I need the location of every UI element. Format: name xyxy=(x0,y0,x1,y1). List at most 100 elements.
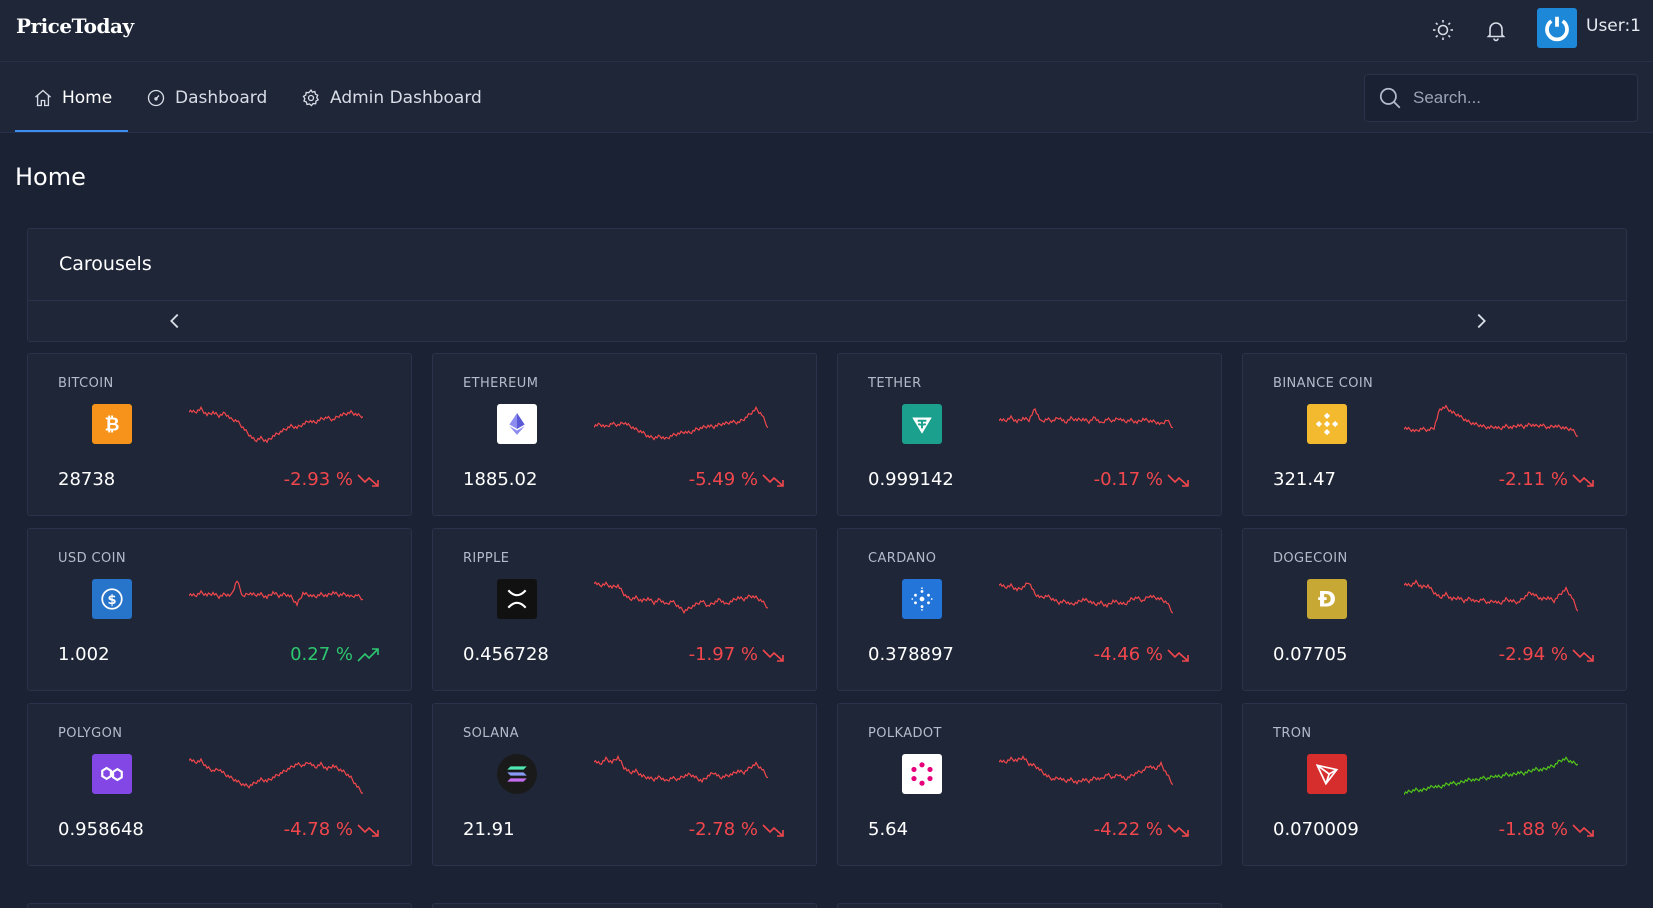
trend-down-icon xyxy=(1572,648,1594,662)
coin-name: BINANCE COIN xyxy=(1273,376,1374,391)
user-label[interactable]: User:1 xyxy=(1586,16,1641,36)
coin-change: -0.17 % xyxy=(1094,469,1191,490)
nav-item-label: Dashboard xyxy=(175,87,268,108)
coin-card-solana[interactable]: SOLANA 21.91 -2.78 % xyxy=(432,703,817,866)
price-sparkline xyxy=(594,581,768,615)
trend-down-icon xyxy=(1167,473,1189,487)
nav-item-dashboard[interactable]: Dashboard xyxy=(146,62,267,133)
app-logo[interactable]: PriceToday xyxy=(16,14,134,38)
coin-change-value: -1.97 % xyxy=(688,644,758,665)
price-sparkline xyxy=(594,405,768,441)
price-sparkline xyxy=(1404,404,1578,437)
search-box[interactable] xyxy=(1364,74,1638,122)
trend-up-icon xyxy=(357,647,379,662)
ethereum-icon xyxy=(497,404,537,444)
bitcoin-icon: ₿ xyxy=(92,404,132,444)
chevron-right-icon xyxy=(1477,313,1486,329)
sparkline-path xyxy=(999,407,1173,429)
avatar[interactable] xyxy=(1537,8,1577,48)
price-sparkline xyxy=(189,580,363,607)
coin-change: -4.78 % xyxy=(284,819,381,840)
coin-card-polkadot[interactable]: POLKADOT 5.64 -4.22 % xyxy=(837,703,1222,866)
coin-price: 0.070009 xyxy=(1273,819,1359,840)
page-title: Home xyxy=(15,163,86,191)
coin-card-tron[interactable]: TRON 0.070009 -1.88 % xyxy=(1242,703,1627,866)
coin-price: 321.47 xyxy=(1273,469,1336,490)
coin-card-dogecoin[interactable]: DOGECOIN Đ 0.07705 -2.94 % xyxy=(1242,528,1627,691)
sparkline-path xyxy=(999,755,1173,786)
trend-down-icon xyxy=(1167,648,1189,662)
sparkline-path xyxy=(1404,579,1578,612)
coin-grid: BITCOIN ₿ 28738 -2.93 % ETHEREUM 1885.02 -5.49… xyxy=(27,353,1627,908)
gear-icon xyxy=(302,88,320,107)
coin-card-cardano[interactable]: CARDANO 0.378897 -4.46 % xyxy=(837,528,1222,691)
coin-change-value: -4.78 % xyxy=(283,819,353,840)
coin-change-value: -2.93 % xyxy=(283,469,353,490)
coin-price: 21.91 xyxy=(463,819,515,840)
coin-name: DOGECOIN xyxy=(1273,551,1348,566)
coin-change-value: -2.78 % xyxy=(688,819,758,840)
coin-price: 0.378897 xyxy=(868,644,954,665)
polygon-icon xyxy=(92,754,132,794)
coin-price: 0.456728 xyxy=(463,644,549,665)
coin-change: -2.94 % xyxy=(1499,644,1596,665)
svg-text:Đ: Đ xyxy=(1318,588,1336,612)
coin-name: SOLANA xyxy=(463,726,519,741)
usdc-icon: $ xyxy=(92,579,132,619)
sparkline-path xyxy=(999,582,1173,614)
trend-down-icon xyxy=(762,823,784,837)
trend-down-icon xyxy=(1167,823,1189,837)
price-sparkline xyxy=(999,582,1173,614)
top-bar: PriceToday User:1 xyxy=(0,0,1653,62)
theme-toggle-sun-icon[interactable] xyxy=(1429,16,1457,44)
coin-card-binance-coin[interactable]: BINANCE COIN 321.47 -2.11 % xyxy=(1242,353,1627,516)
bell-icon[interactable] xyxy=(1482,16,1510,44)
coin-change: -2.93 % xyxy=(284,469,381,490)
coin-card-polygon[interactable]: POLYGON 0.958648 -4.78 % xyxy=(27,703,412,866)
coin-name: USD COIN xyxy=(58,551,126,566)
price-sparkline xyxy=(594,754,768,784)
coin-price: 0.958648 xyxy=(58,819,144,840)
carousel-prev-button[interactable] xyxy=(160,306,190,336)
sparkline-path xyxy=(189,757,363,794)
coin-price: 1.002 xyxy=(58,644,110,665)
coin-card-partial xyxy=(837,903,1222,908)
carousel-divider xyxy=(28,300,1626,301)
sparkline-path xyxy=(594,581,768,615)
search-input[interactable] xyxy=(1413,88,1613,108)
trend-down-icon xyxy=(1572,823,1594,837)
coin-card-partial xyxy=(27,903,412,908)
active-tab-indicator xyxy=(15,130,128,132)
coin-change: -1.97 % xyxy=(689,644,786,665)
price-sparkline xyxy=(1404,756,1578,795)
coin-change: 0.27 % xyxy=(290,644,381,665)
coin-change: -4.22 % xyxy=(1094,819,1191,840)
coin-name: BITCOIN xyxy=(58,376,114,391)
carousel-next-button[interactable] xyxy=(1466,306,1496,336)
nav-item-admin-dashboard[interactable]: Admin Dashboard xyxy=(301,62,482,133)
price-sparkline xyxy=(189,405,363,444)
search-icon xyxy=(1379,87,1401,109)
coin-change-value: -4.22 % xyxy=(1093,819,1163,840)
coin-change: -5.49 % xyxy=(689,469,786,490)
coin-card-bitcoin[interactable]: BITCOIN ₿ 28738 -2.93 % xyxy=(27,353,412,516)
coin-change-value: -4.46 % xyxy=(1093,644,1163,665)
coin-change: -2.11 % xyxy=(1499,469,1596,490)
sparkline-path xyxy=(189,580,363,607)
tron-icon xyxy=(1307,754,1347,794)
solana-icon xyxy=(497,754,537,794)
power-icon xyxy=(1545,16,1569,42)
coin-name: RIPPLE xyxy=(463,551,510,566)
coin-card-ripple[interactable]: RIPPLE 0.456728 -1.97 % xyxy=(432,528,817,691)
coin-card-usd-coin[interactable]: USD COIN $1.002 0.27 % xyxy=(27,528,412,691)
binance-icon xyxy=(1307,404,1347,444)
coin-change-value: -2.94 % xyxy=(1498,644,1568,665)
carousel-panel: Carousels xyxy=(27,228,1627,342)
nav-item-home[interactable]: Home xyxy=(33,62,112,133)
coin-card-ethereum[interactable]: ETHEREUM 1885.02 -5.49 % xyxy=(432,353,817,516)
coin-card-partial xyxy=(432,903,817,908)
coin-card-tether[interactable]: TETHER 0.999142 -0.17 % xyxy=(837,353,1222,516)
trend-down-icon xyxy=(762,648,784,662)
price-sparkline xyxy=(189,757,363,794)
coin-price: 5.64 xyxy=(868,819,909,840)
